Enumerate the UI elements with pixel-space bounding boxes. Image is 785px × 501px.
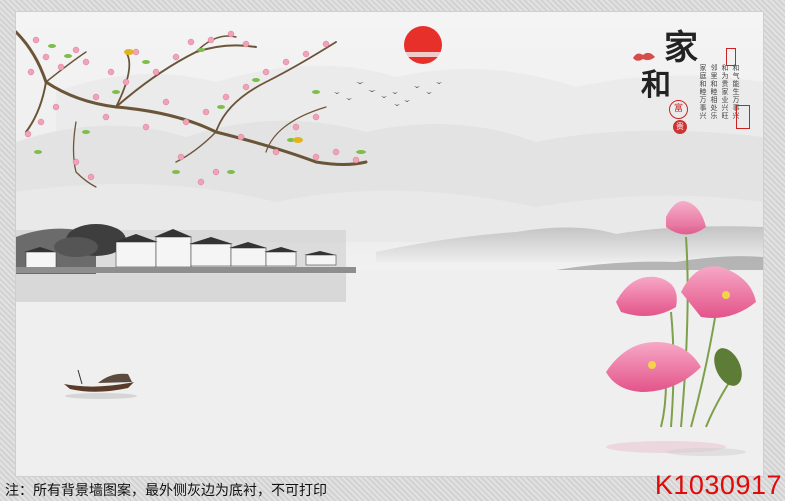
- poem-line: 邻里和睦相处乐: [710, 64, 718, 120]
- print-note: 注：所有背景墙图案，最外侧灰边为底衬，不可打印: [5, 483, 327, 499]
- calligraphy-block: 家 和 和气能生万事兴 和为贵家业兴旺 邻里和睦相处乐 家庭和睦万事兴 富 贵: [631, 20, 751, 150]
- landscape-painting: 家 和 和气能生万事兴 和为贵家业兴旺 邻里和睦相处乐 家庭和睦万事兴 富 贵: [15, 11, 764, 477]
- seal-stamp: [726, 48, 736, 66]
- footer-bar: 注：所有背景墙图案，最外侧灰边为底衬，不可打印 K1030917: [0, 470, 785, 501]
- seal-stamp: [736, 105, 750, 129]
- red-sun: [404, 26, 442, 64]
- calligraphy-char-he: 和: [641, 68, 671, 103]
- seal-gui: 贵: [673, 120, 687, 134]
- poem-line: 家庭和睦万事兴: [699, 64, 707, 120]
- cloud-ornament-icon: [633, 52, 655, 61]
- product-code: K1030917: [654, 470, 782, 500]
- seal-fu: 富: [669, 100, 688, 119]
- poem-line: 和为贵家业兴旺: [721, 64, 729, 120]
- riverside-village: [16, 224, 356, 302]
